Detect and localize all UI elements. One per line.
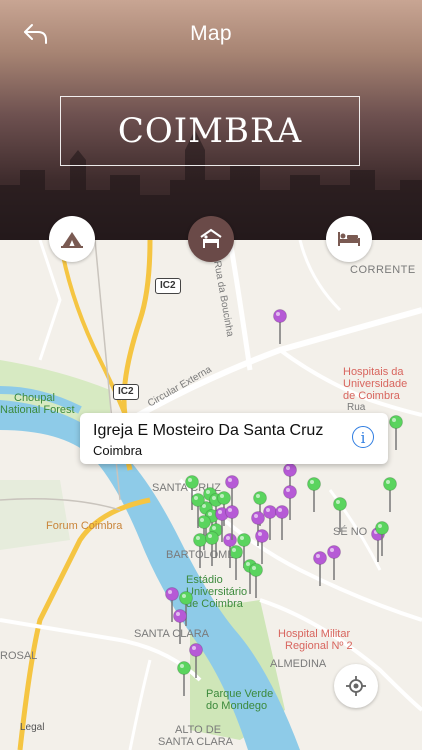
map-label: SANTA CLARA <box>158 736 233 748</box>
place-callout[interactable]: Igreja E Mosteiro Da Santa Cruz Coimbra … <box>80 413 388 464</box>
map-label: do Mondego <box>206 700 268 712</box>
street-label: Rua <box>347 402 366 413</box>
category-camping-button[interactable] <box>49 216 95 262</box>
map-label: Universitário <box>186 586 248 598</box>
road-shield-ic2: IC2 <box>155 278 181 294</box>
map-label: Hospital Militar <box>278 628 351 640</box>
bed-icon <box>338 232 360 246</box>
map-label: Estádio <box>186 574 223 586</box>
map-label: Choupal <box>14 392 55 404</box>
city-title-frame: COIMBRA <box>60 96 360 166</box>
crosshair-icon <box>346 676 366 696</box>
category-bed-button[interactable] <box>326 216 372 262</box>
info-icon[interactable]: i <box>352 426 374 448</box>
map-label: de Coimbra <box>343 390 400 402</box>
map-label: Parque Verde <box>206 688 274 700</box>
map-label: de Coimbra <box>186 598 243 610</box>
map-label: ALTO DE <box>175 724 222 736</box>
legal-link[interactable]: Legal <box>20 722 44 733</box>
map-label: National Forest <box>0 404 75 416</box>
callout-title: Igreja E Mosteiro Da Santa Cruz <box>93 422 324 439</box>
map-label: Regional Nº 2 <box>285 640 353 652</box>
map-label: SANTA CLARA <box>134 628 209 640</box>
category-hotel-button[interactable] <box>188 216 234 262</box>
map-label: SÉ NO <box>333 526 368 538</box>
callout-subtitle: Coimbra <box>93 443 143 458</box>
map-label: SANTA CRUZ <box>152 482 221 494</box>
header-banner: Map COIMBRA <box>0 0 422 240</box>
map-label: Hospitais da <box>343 366 404 378</box>
page-title: Map <box>190 22 232 45</box>
city-name: COIMBRA <box>117 111 303 151</box>
map-label: Forum Coimbra <box>46 520 123 532</box>
map-label: Universidade <box>343 378 408 390</box>
hotel-icon <box>200 228 222 248</box>
locate-me-button[interactable] <box>334 664 378 708</box>
map-label: BARTOLOMEU <box>166 549 243 561</box>
map-label: ROSAL <box>0 650 38 662</box>
tent-icon <box>61 232 83 248</box>
map-label: CORRENTE <box>350 264 416 276</box>
road-shield-ic2: IC2 <box>113 384 139 400</box>
map-label: ALMEDINA <box>270 658 327 670</box>
